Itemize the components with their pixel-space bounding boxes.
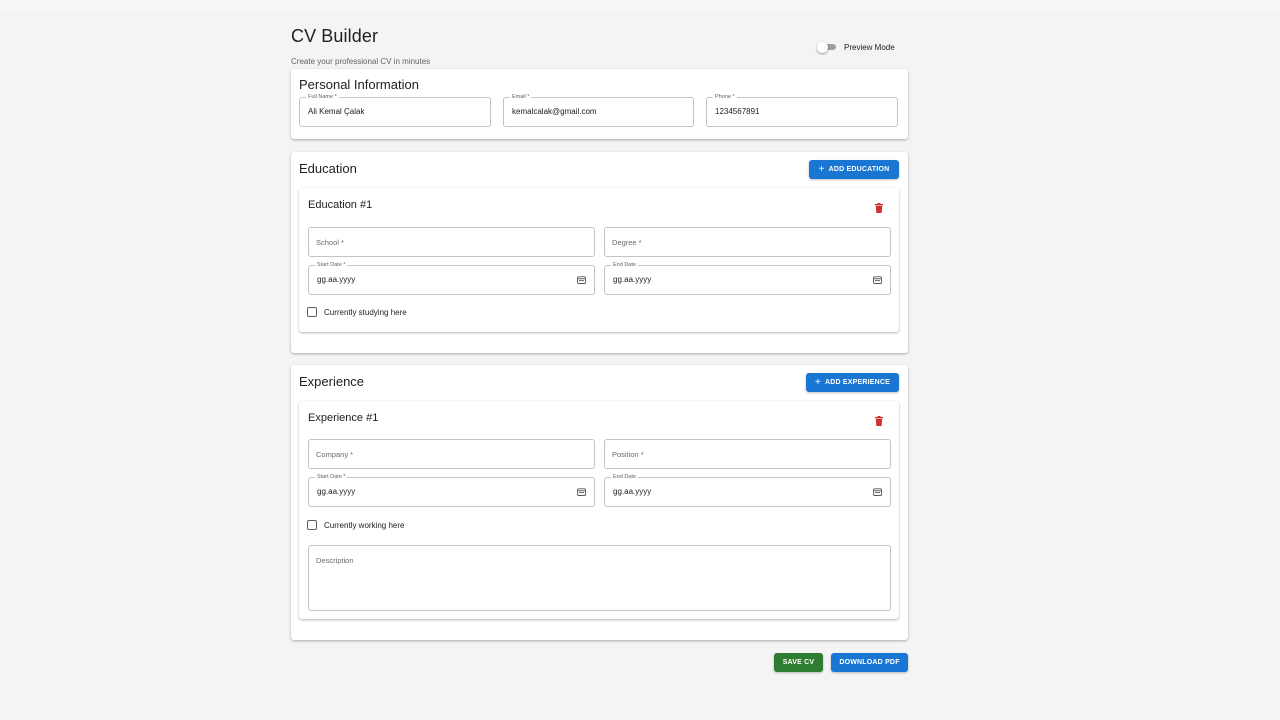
experience-card: Experience + ADD EXPERIENCE Experience #… <box>291 365 908 640</box>
add-experience-button[interactable]: + ADD EXPERIENCE <box>806 373 899 392</box>
save-cv-button[interactable]: SAVE CV <box>774 653 823 672</box>
start-date-value: gg.aa.yyyy <box>317 275 356 284</box>
page-title: CV Builder <box>291 26 379 46</box>
position-placeholder: Position * <box>612 450 644 459</box>
top-strip <box>0 0 1280 10</box>
description-field[interactable]: Description <box>308 545 891 611</box>
experience-end-date-field[interactable]: End Date gg.aa.yyyy <box>604 473 891 507</box>
school-field[interactable]: School * <box>308 227 595 257</box>
degree-field[interactable]: Degree * <box>604 227 891 257</box>
education-start-date-field[interactable]: Start Date * gg.aa.yyyy <box>308 261 595 295</box>
plus-icon: + <box>818 163 825 175</box>
experience-title: Experience <box>299 374 365 389</box>
currently-studying-label: Currently studying here <box>324 307 407 317</box>
preview-mode-toggle[interactable]: Preview Mode <box>817 41 895 53</box>
experience-entry: Experience #1 Company * Position * Start… <box>299 401 899 619</box>
full-name-value: Ali Kemal Çalak <box>308 107 365 116</box>
end-date-value: gg.aa.yyyy <box>613 275 652 284</box>
start-date-label: Start Date * <box>315 473 348 481</box>
add-experience-label: ADD EXPERIENCE <box>825 379 891 386</box>
page-subtitle: Create your professional CV in minutes <box>291 57 431 66</box>
currently-working-checkbox[interactable]: Currently working here <box>307 520 404 530</box>
school-placeholder: School * <box>316 238 344 247</box>
phone-value: 1234567891 <box>715 107 760 116</box>
education-end-date-field[interactable]: End Date gg.aa.yyyy <box>604 261 891 295</box>
checkbox-icon[interactable] <box>307 307 317 317</box>
end-date-value: gg.aa.yyyy <box>613 487 652 496</box>
education-card: Education + ADD EDUCATION Education #1 S… <box>291 152 908 353</box>
add-education-button[interactable]: + ADD EDUCATION <box>809 160 899 179</box>
education-entry: Education #1 School * Degree * Start Dat… <box>299 188 899 332</box>
calendar-icon[interactable] <box>873 276 882 284</box>
experience-start-date-field[interactable]: Start Date * gg.aa.yyyy <box>308 473 595 507</box>
plus-icon: + <box>814 376 821 388</box>
email-field[interactable]: Email * kemalcalak@gmail.com <box>503 93 694 127</box>
full-name-label: Full Name * <box>306 93 339 101</box>
delete-experience-icon[interactable] <box>875 416 883 426</box>
end-date-label: End Date <box>611 261 638 269</box>
preview-mode-label: Preview Mode <box>844 42 895 52</box>
company-placeholder: Company * <box>316 450 354 459</box>
email-value: kemalcalak@gmail.com <box>512 107 597 116</box>
toggle-switch[interactable] <box>817 41 837 53</box>
email-label: Email * <box>510 93 532 101</box>
toggle-thumb <box>817 41 828 53</box>
personal-information-title: Personal Information <box>299 77 419 92</box>
start-date-label: Start Date * <box>315 261 348 269</box>
phone-label: Phone * <box>713 93 737 101</box>
calendar-icon[interactable] <box>577 276 586 284</box>
currently-studying-checkbox[interactable]: Currently studying here <box>307 307 407 317</box>
company-field[interactable]: Company * <box>308 439 595 469</box>
position-field[interactable]: Position * <box>604 439 891 469</box>
full-name-field[interactable]: Full Name * Ali Kemal Çalak <box>299 93 491 127</box>
education-title: Education <box>299 161 357 176</box>
description-placeholder: Description <box>316 556 354 565</box>
personal-information-card: Personal Information Full Name * Ali Kem… <box>291 69 908 139</box>
calendar-icon[interactable] <box>873 488 882 496</box>
experience-entry-title: Experience #1 <box>308 412 379 424</box>
start-date-value: gg.aa.yyyy <box>317 487 356 496</box>
phone-field[interactable]: Phone * 1234567891 <box>706 93 898 127</box>
checkbox-icon[interactable] <box>307 520 317 530</box>
download-pdf-button[interactable]: DOWNLOAD PDF <box>831 653 908 672</box>
delete-education-icon[interactable] <box>875 203 883 213</box>
currently-working-label: Currently working here <box>324 520 405 530</box>
add-education-label: ADD EDUCATION <box>828 166 890 173</box>
end-date-label: End Date <box>611 473 638 481</box>
degree-placeholder: Degree * <box>612 238 642 247</box>
calendar-icon[interactable] <box>577 488 586 496</box>
education-entry-title: Education #1 <box>308 199 373 211</box>
